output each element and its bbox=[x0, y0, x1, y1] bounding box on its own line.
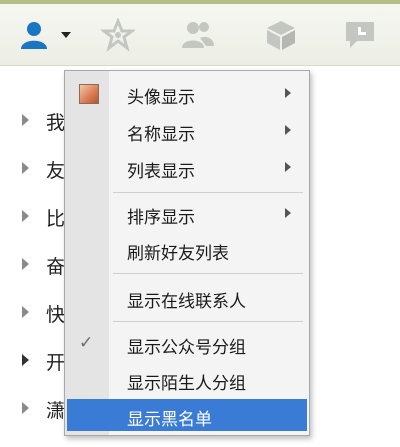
submenu-arrow-icon bbox=[285, 125, 291, 135]
menu-item-show-online[interactable]: 显示在线联系人 bbox=[65, 281, 309, 313]
avatar-icon bbox=[79, 84, 99, 104]
menu-item-show-blacklist[interactable]: 显示黑名单 bbox=[67, 399, 307, 431]
group-label: 比 bbox=[46, 208, 66, 230]
submenu-arrow-icon bbox=[285, 162, 291, 172]
expand-arrow-icon bbox=[22, 258, 29, 270]
expand-arrow-icon bbox=[22, 162, 29, 174]
expand-arrow-icon bbox=[22, 402, 29, 414]
star-icon bbox=[101, 17, 135, 52]
menu-item-label: 名称显示 bbox=[127, 125, 195, 145]
menu-item-label: 头像显示 bbox=[127, 88, 195, 108]
expand-arrow-icon bbox=[22, 354, 29, 366]
group-icon bbox=[182, 21, 214, 48]
group-label: 我 bbox=[46, 112, 66, 134]
menu-item-avatar-display[interactable]: 头像显示 bbox=[65, 77, 309, 109]
tab-contacts[interactable] bbox=[5, 4, 65, 65]
expand-arrow-icon bbox=[22, 306, 29, 318]
submenu-arrow-icon bbox=[285, 208, 291, 218]
menu-item-label: 显示陌生人分组 bbox=[127, 374, 246, 394]
group-label: 开 bbox=[46, 352, 66, 374]
menu-item-name-display[interactable]: 名称显示 bbox=[65, 114, 309, 146]
cube-icon bbox=[267, 20, 295, 50]
menu-separator bbox=[113, 273, 303, 274]
group-label: 快 bbox=[46, 304, 66, 326]
menu-item-label: 刷新好友列表 bbox=[127, 244, 229, 264]
submenu-arrow-icon bbox=[285, 88, 291, 98]
menu-item-label: 列表显示 bbox=[127, 162, 195, 182]
menu-item-label: 排序显示 bbox=[127, 208, 195, 228]
menu-item-show-strangers[interactable]: 显示陌生人分组 bbox=[65, 363, 309, 395]
menu-separator bbox=[113, 192, 303, 193]
context-menu: 头像显示 名称显示 列表显示 排序显示 刷新好友列表 显示在线联系人 ✓ 显示公… bbox=[64, 70, 310, 436]
menu-separator bbox=[113, 321, 303, 322]
menu-item-label: 显示黑名单 bbox=[127, 410, 212, 430]
expand-arrow-icon bbox=[22, 114, 29, 126]
group-label: 友 bbox=[46, 160, 66, 182]
tab-favorites[interactable] bbox=[88, 4, 148, 65]
contacts-dropdown-caret[interactable] bbox=[61, 32, 71, 38]
contacts-user-icon bbox=[21, 21, 47, 49]
menu-item-list-display[interactable]: 列表显示 bbox=[65, 151, 309, 183]
expand-arrow-icon bbox=[22, 210, 29, 222]
menu-item-label: 显示公众号分组 bbox=[127, 338, 246, 358]
tab-messages[interactable] bbox=[330, 4, 390, 65]
menu-item-sort-display[interactable]: 排序显示 bbox=[65, 197, 309, 229]
tab-cube[interactable] bbox=[251, 4, 311, 65]
menu-item-label: 显示在线联系人 bbox=[127, 292, 246, 312]
checkmark-icon: ✓ bbox=[79, 333, 94, 353]
main-toolbar bbox=[0, 4, 400, 66]
message-bubble-icon bbox=[346, 21, 374, 48]
menu-item-refresh-friends[interactable]: 刷新好友列表 bbox=[65, 233, 309, 265]
group-label: 奋 bbox=[46, 256, 66, 278]
tab-groups[interactable] bbox=[168, 4, 228, 65]
group-label: 潇 bbox=[46, 400, 66, 422]
menu-item-show-official-accounts[interactable]: ✓ 显示公众号分组 bbox=[65, 327, 309, 359]
